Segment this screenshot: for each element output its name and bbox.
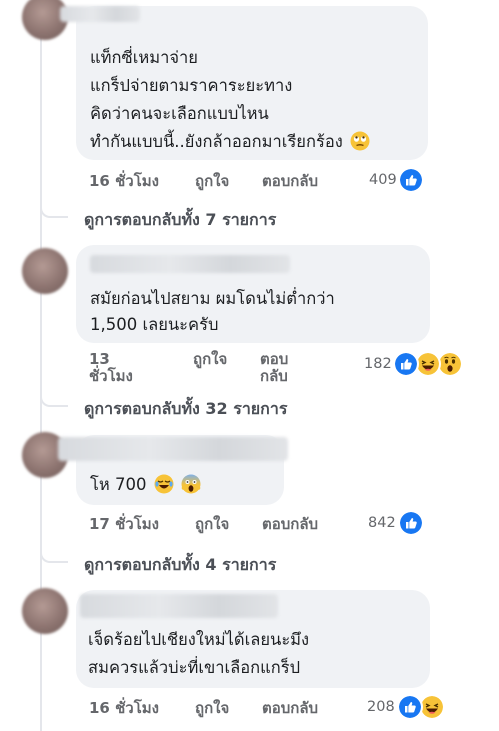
reply-button[interactable]: ตอบกลับ: [262, 700, 318, 717]
comment-text: ทำกันแบบนี้..ยังกล้าออกมาเรียกร้อง: [90, 132, 343, 151]
comment-line: สมควรแล้วบ่ะที่เขาเลือกแกร็ป: [88, 658, 301, 677]
view-replies-link[interactable]: ดูการตอบกลับทั้ง 32 รายการ: [84, 397, 287, 422]
reply-button[interactable]: ตอบ กลับ: [260, 351, 288, 385]
commenter-name-redacted[interactable]: [90, 255, 290, 273]
comment-bubble: เจ็ดร้อยไปเชียงใหม่ได้เลยนะมึง สมควรแล้ว…: [76, 590, 430, 688]
timestamp[interactable]: 16 ชั่วโมง: [89, 700, 159, 717]
view-replies-link[interactable]: ดูการตอบกลับทั้ง 7 รายการ: [84, 208, 276, 233]
commenter-name-redacted[interactable]: [80, 594, 278, 618]
comment-line: เจ็ดร้อยไปเชียงใหม่ได้เลยนะมึง: [88, 630, 310, 649]
screaming-emoji: [181, 474, 201, 502]
timestamp-line: ชั่วโมง: [89, 367, 133, 385]
avatar[interactable]: [22, 248, 68, 294]
rolling-eyes-emoji: [350, 131, 370, 159]
like-button[interactable]: ถูกใจ: [195, 516, 229, 533]
like-button[interactable]: ถูกใจ: [195, 700, 229, 717]
like-reaction-icon[interactable]: [398, 167, 424, 193]
reply-line: กลับ: [260, 367, 288, 385]
commenter-name-redacted[interactable]: [60, 6, 140, 22]
like-reaction-icon[interactable]: [393, 351, 419, 377]
reply-line: ตอบ: [260, 350, 289, 368]
like-reaction-icon[interactable]: [397, 694, 423, 720]
comment-line: คิดว่าคนจะเลือกแบบไหน: [90, 104, 269, 123]
reaction-count[interactable]: 208: [367, 699, 395, 715]
thread-branch: [40, 204, 68, 218]
comment-line: สมัยก่อนไปสยาม ผมโดนไม่ต่ำกว่า: [90, 289, 335, 308]
comment-line: แท็กซี่เหมาจ่าย: [90, 48, 198, 67]
comment-text: โห 700: [90, 475, 147, 494]
comment-bubble: สมัยก่อนไปสยาม ผมโดนไม่ต่ำกว่า 1,500 เลย…: [76, 245, 430, 343]
reaction-count[interactable]: 182: [364, 356, 392, 372]
thread-branch: [40, 393, 68, 407]
like-button[interactable]: ถูกใจ: [195, 173, 229, 190]
comment-line: 1,500 เลยนะครับ: [90, 315, 219, 334]
view-replies-link[interactable]: ดูการตอบกลับทั้ง 4 รายการ: [84, 553, 276, 578]
reaction-count[interactable]: 842: [368, 515, 396, 531]
comment-line: โห 700: [90, 471, 201, 502]
avatar[interactable]: [22, 588, 68, 634]
like-reaction-icon[interactable]: [398, 510, 424, 536]
comment-bubble: โห 700: [58, 435, 288, 505]
reaction-count[interactable]: 409: [369, 172, 397, 188]
comment-line: แกร็ปจ่ายตามราคาระยะทาง: [90, 76, 293, 95]
comment-bubble: แท็กซี่เหมาจ่าย แกร็ปจ่ายตามราคาระยะทาง …: [60, 6, 428, 160]
reply-button[interactable]: ตอบกลับ: [262, 173, 318, 190]
timestamp[interactable]: 13 ชั่วโมง: [89, 351, 133, 385]
timestamp[interactable]: 16 ชั่วโมง: [89, 173, 159, 190]
timestamp-line: 13: [89, 350, 110, 368]
reply-button[interactable]: ตอบกลับ: [262, 516, 318, 533]
thread-branch: [40, 549, 68, 563]
comment-line: ทำกันแบบนี้..ยังกล้าออกมาเรียกร้อง: [90, 128, 370, 159]
timestamp[interactable]: 17 ชั่วโมง: [89, 516, 159, 533]
crying-laughing-emoji: [154, 474, 174, 502]
commenter-name-redacted[interactable]: [58, 437, 288, 461]
like-button[interactable]: ถูกใจ: [193, 351, 227, 368]
